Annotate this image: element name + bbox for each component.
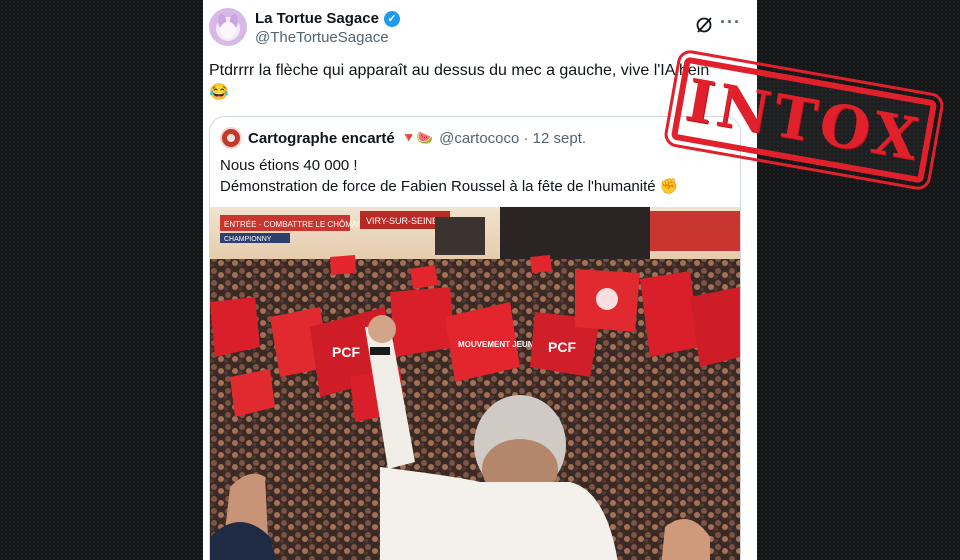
tweet-text: Ptdrrrr la flèche qui apparaît au dessus… xyxy=(209,60,749,104)
quoted-author-emojis: 🔻🍉 xyxy=(400,130,434,145)
quoted-tweet-text: Nous étions 40 000 ! Démonstration de fo… xyxy=(220,155,730,197)
quoted-line-1: Nous étions 40 000 ! xyxy=(220,157,358,174)
author-handle[interactable]: @TheTortueSagace xyxy=(255,29,389,46)
quoted-tweet-header: Cartographe encarté 🔻🍉 @cartococo · 12 s… xyxy=(220,127,586,149)
stage-right xyxy=(650,211,740,251)
banner-mid-text: VIRY-SUR-SEINE xyxy=(366,216,438,226)
author-name-row: La Tortue Sagace ✓ xyxy=(255,10,400,27)
quoted-avatar[interactable] xyxy=(220,127,242,149)
banner-left-text: ENTRÉE · COMBATTRE LE CHÔMAGE xyxy=(224,220,369,229)
tweet-header: La Tortue Sagace ✓ @TheTortueSagace ··· xyxy=(209,8,747,48)
fist-emoji: ✊ xyxy=(659,178,679,195)
rally-photo[interactable]: ENTRÉE · COMBATTRE LE CHÔMAGE VIRY-SUR-S… xyxy=(210,207,740,560)
screen xyxy=(435,217,485,255)
avatar-face xyxy=(220,22,236,38)
quoted-tweet[interactable]: Cartographe encarté 🔻🍉 @cartococo · 12 s… xyxy=(209,116,741,560)
svg-text:PCF: PCF xyxy=(332,344,360,360)
verified-badge-icon: ✓ xyxy=(383,10,400,27)
grok-icon[interactable] xyxy=(695,16,713,34)
stage-structure xyxy=(500,207,650,265)
avatar[interactable] xyxy=(209,8,247,46)
stage-sign-text: CHAMPIONNY xyxy=(224,236,272,243)
tweet-body: Ptdrrrr la flèche qui apparaît au dessus… xyxy=(209,62,710,79)
quoted-line-2-text: Démonstration de force de Fabien Roussel… xyxy=(220,178,656,195)
quoted-handle-date[interactable]: @cartococo · 12 sept. xyxy=(439,130,586,147)
tweet-card: La Tortue Sagace ✓ @TheTortueSagace ··· … xyxy=(203,0,757,560)
rally-photo-illustration: ENTRÉE · COMBATTRE LE CHÔMAGE VIRY-SUR-S… xyxy=(210,207,740,560)
quoted-line-2: Démonstration de force de Fabien Roussel… xyxy=(220,176,730,197)
quoted-author-name[interactable]: Cartographe encarté xyxy=(248,130,395,147)
laughing-emoji: 😂 xyxy=(209,84,229,101)
svg-text:PCF: PCF xyxy=(548,339,576,355)
more-options-icon[interactable]: ··· xyxy=(720,12,741,33)
author-name[interactable]: La Tortue Sagace xyxy=(255,10,379,27)
